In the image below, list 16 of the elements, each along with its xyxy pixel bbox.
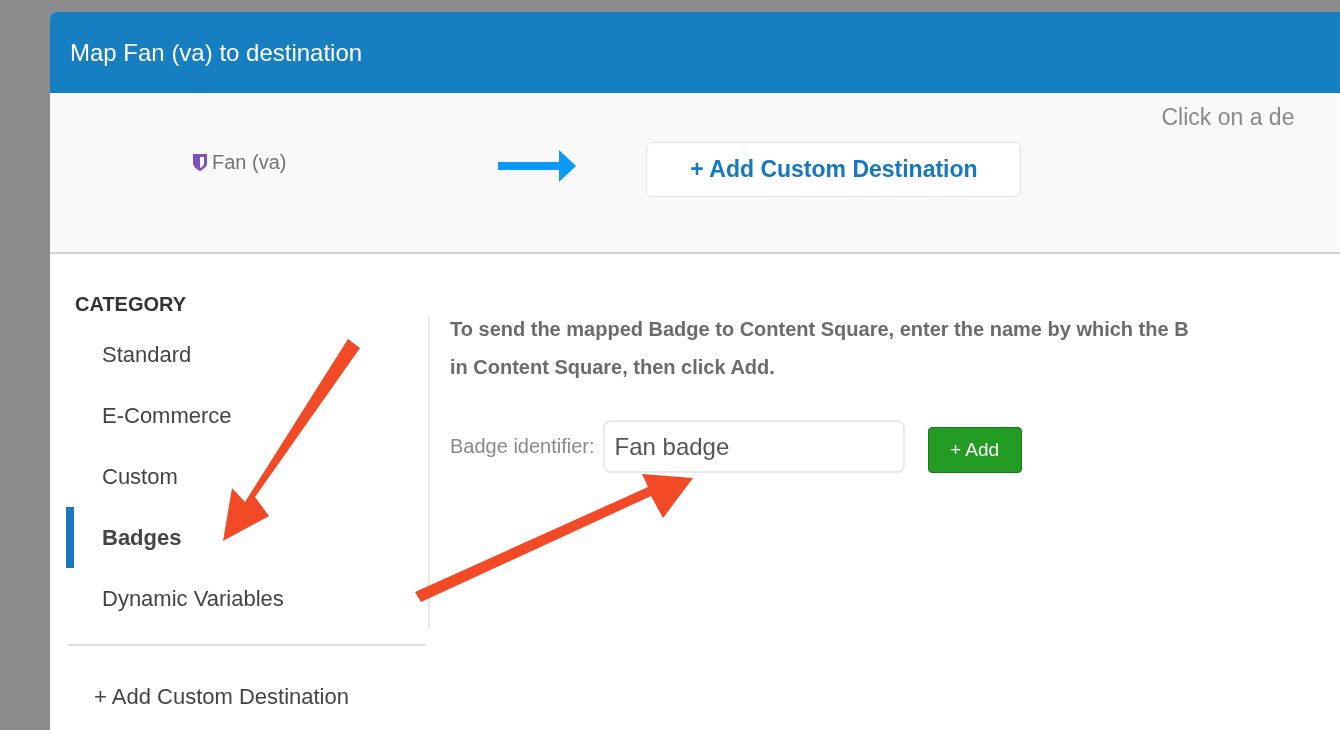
badge-identifier-field[interactable]: Fan badge: [602, 420, 905, 473]
category-heading: CATEGORY: [75, 293, 188, 316]
add-destination-link[interactable]: + Add Custom Destination: [94, 684, 430, 710]
category-item[interactable]: Dynamic Variables: [66, 568, 428, 629]
right-arrow-icon: [498, 150, 577, 182]
add-destination-button[interactable]: + Add Custom Destination: [646, 142, 1022, 197]
source-name: Fan (va): [212, 151, 287, 174]
shield-icon: [193, 154, 207, 171]
category-item[interactable]: Custom: [66, 446, 428, 507]
instructions-text: To send the mapped Badge to Content Square, enter the name by which the B in Content Square, then click Add.: [450, 317, 1190, 380]
field-label: Badge identifier:: [450, 435, 595, 458]
category-item[interactable]: Standard: [66, 324, 428, 385]
add-button[interactable]: + Add: [927, 426, 1022, 473]
hint-text: Click on a de: [1161, 104, 1295, 131]
dialog-title: Map Fan (va) to destination: [70, 38, 363, 67]
category-item[interactable]: E-Commerce: [66, 385, 428, 446]
